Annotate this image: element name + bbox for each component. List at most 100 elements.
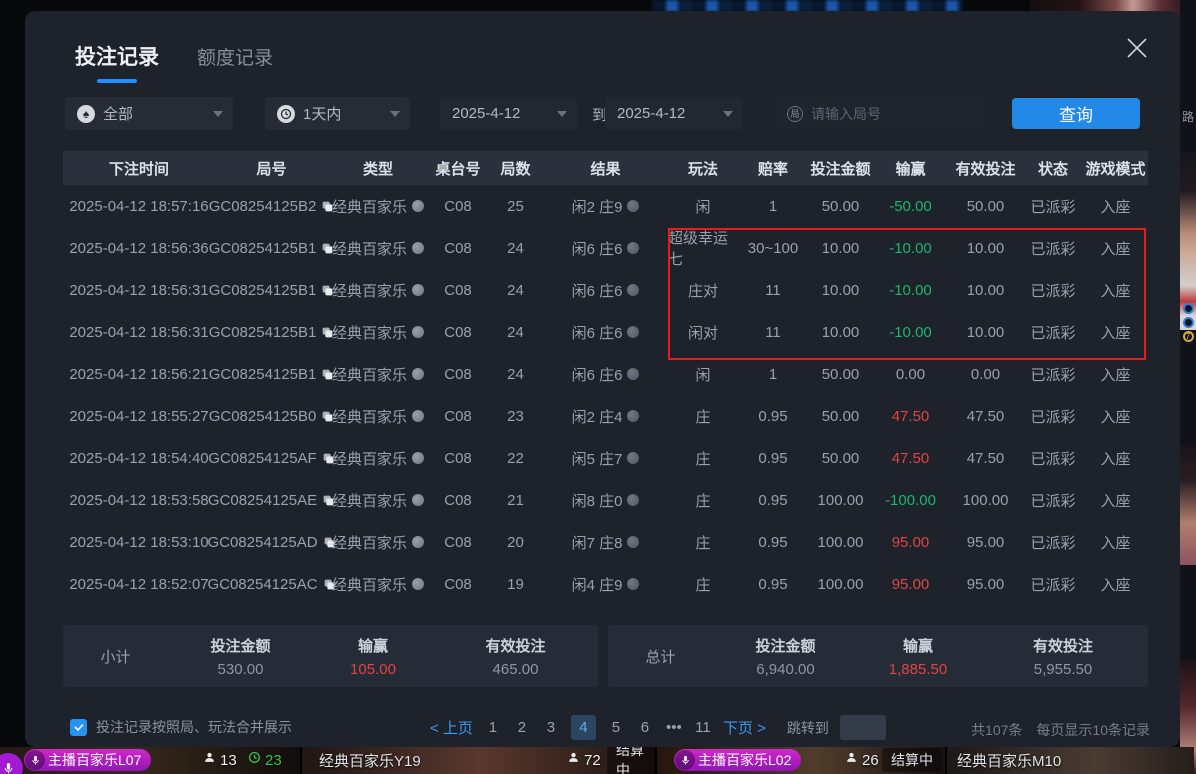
cell-valid-bet: 95.00 <box>948 563 1023 605</box>
cell-amount: 100.00 <box>808 479 873 521</box>
column-header: 结果 <box>543 151 668 185</box>
anchor-table-pill: 主播百家乐L02 <box>674 749 801 771</box>
cell-bet-type: 闲 <box>668 185 738 227</box>
cell-odds: 0.95 <box>738 479 808 521</box>
page-button-1[interactable]: 1 <box>484 719 502 736</box>
cell-table-no: C08 <box>428 395 488 437</box>
cell-round-id: GC08254125B1 <box>215 227 328 269</box>
page-button-6[interactable]: 6 <box>636 719 654 736</box>
result-info-icon[interactable] <box>627 536 639 548</box>
cell-valid-bet: 10.00 <box>948 311 1023 353</box>
game-badge-icon <box>412 368 424 380</box>
cell-round-id: GC08254125B1 <box>215 311 328 353</box>
date-to-value: 2025-4-12 <box>617 105 685 122</box>
merge-checkbox-group[interactable]: 投注记录按照局、玩法合并展示 <box>70 717 292 737</box>
cell-game-mode: 入座 <box>1083 437 1148 479</box>
next-page-button[interactable]: 下页 > <box>723 717 766 738</box>
result-info-icon[interactable] <box>627 200 639 212</box>
screen: 路 7 主播百家乐L071323经典百家乐Y1972结算中主播百家乐L0226结… <box>0 0 1196 774</box>
close-icon[interactable] <box>1124 35 1150 61</box>
mic-icon <box>675 750 695 770</box>
cell-table-no: C08 <box>428 437 488 479</box>
cell-bet-type: 闲 <box>668 353 738 395</box>
date-to-picker[interactable]: 2025-4-12 <box>605 97 743 130</box>
cell-game-type: 经典百家乐 <box>328 311 428 353</box>
cell-odds: 0.95 <box>738 521 808 563</box>
table-row: 2025-04-12 18:55:27 GC08254125B0 经典百家乐 C… <box>63 395 1148 437</box>
table-label: 主播百家乐L02 <box>698 750 791 770</box>
column-header: 游戏模式 <box>1083 151 1148 185</box>
result-info-icon[interactable] <box>627 494 639 506</box>
cell-status: 已派彩 <box>1023 353 1083 395</box>
cell-result: 闲6 庄6 <box>543 227 668 269</box>
pagination-ellipsis[interactable]: ••• <box>665 719 683 736</box>
filter-bar: ♠ 全部 1天内 2025-4-12 到 2025-4-12 局 <box>65 97 1140 130</box>
table-header: 下注时间局号类型桌台号局数结果玩法赔率投注金额输赢有效投注状态游戏模式 <box>63 151 1148 185</box>
modal-footer: 投注记录按照局、玩法合并展示 < 上页 123456•••11 下页 > 跳转到… <box>70 715 1150 743</box>
result-info-icon[interactable] <box>627 284 639 296</box>
result-info-icon[interactable] <box>627 242 639 254</box>
cell-game-mode: 入座 <box>1083 353 1148 395</box>
game-type-dropdown[interactable]: ♠ 全部 <box>65 97 233 130</box>
chevron-down-icon <box>557 111 567 117</box>
spade-icon: ♠ <box>77 105 95 123</box>
result-info-icon[interactable] <box>627 410 639 422</box>
page-button-4[interactable]: 4 <box>571 715 596 740</box>
page-button-3[interactable]: 3 <box>542 719 560 736</box>
subtotal-valid-value: 465.00 <box>433 661 598 678</box>
settling-status-badge: 结算中 <box>882 749 942 771</box>
round-search-input[interactable] <box>811 106 961 122</box>
cell-valid-bet: 50.00 <box>948 185 1023 227</box>
cell-table-no: C08 <box>428 353 488 395</box>
viewer-count: 72 <box>567 749 601 771</box>
table-row: 2025-04-12 18:56:21 GC08254125B1 经典百家乐 C… <box>63 353 1148 395</box>
stream-tile[interactable]: 经典百家乐M10 <box>945 747 1194 774</box>
query-button[interactable]: 查询 <box>1012 98 1140 129</box>
tab-betting-records[interactable]: 投注记录 <box>75 41 159 83</box>
cell-valid-bet: 95.00 <box>948 521 1023 563</box>
time-range-value: 1天内 <box>303 103 341 124</box>
cell-game-type: 经典百家乐 <box>328 479 428 521</box>
table-label: 经典百家乐Y19 <box>319 749 421 771</box>
cell-round-id: GC08254125AC <box>215 563 328 605</box>
checkbox-checked-icon[interactable] <box>70 719 87 736</box>
result-info-icon[interactable] <box>627 368 639 380</box>
stream-tile[interactable]: 主播百家乐L0226结算中 <box>655 747 945 774</box>
clock-icon <box>277 105 295 123</box>
cell-odds: 11 <box>738 269 808 311</box>
page-button-2[interactable]: 2 <box>513 719 531 736</box>
cell-odds: 1 <box>738 185 808 227</box>
prev-page-button[interactable]: < 上页 <box>430 717 473 738</box>
time-range-dropdown[interactable]: 1天内 <box>265 97 410 130</box>
table-row: 2025-04-12 18:52:07 GC08254125AC 经典百家乐 C… <box>63 563 1148 605</box>
cell-amount: 10.00 <box>808 227 873 269</box>
cell-odds: 0.95 <box>738 563 808 605</box>
column-header: 投注金额 <box>808 151 873 185</box>
result-info-icon[interactable] <box>627 452 639 464</box>
cell-game-type: 经典百家乐 <box>328 353 428 395</box>
column-header: 赔率 <box>738 151 808 185</box>
date-from-picker[interactable]: 2025-4-12 <box>440 97 577 130</box>
round-search-field[interactable]: 局 <box>775 97 983 130</box>
cell-status: 已派彩 <box>1023 227 1083 269</box>
page-button-11[interactable]: 11 <box>694 719 712 736</box>
cell-odds: 30~100 <box>738 227 808 269</box>
game-badge-icon <box>412 242 424 254</box>
page-button-5[interactable]: 5 <box>607 719 625 736</box>
stream-tile[interactable]: 经典百家乐Y1972结算中 <box>300 747 655 774</box>
result-info-icon[interactable] <box>627 326 639 338</box>
merge-checkbox-label: 投注记录按照局、玩法合并展示 <box>96 717 292 737</box>
stream-tile[interactable]: 主播百家乐L071323 <box>0 747 300 774</box>
person-icon <box>567 751 580 769</box>
jump-to-input[interactable] <box>840 715 886 740</box>
result-info-icon[interactable] <box>627 578 639 590</box>
cell-result: 闲2 庄4 <box>543 395 668 437</box>
background-road-text: 路 <box>1182 108 1194 125</box>
pagination-pages: 123456 ••• 11 <box>484 715 712 740</box>
cell-winloss: 95.00 <box>873 563 948 605</box>
tab-credit-records[interactable]: 额度记录 <box>197 41 273 70</box>
cell-game-type: 经典百家乐 <box>328 185 428 227</box>
subtotal-winloss-value: 105.00 <box>313 661 433 678</box>
total-winloss-value: 1,885.50 <box>858 661 978 678</box>
cell-bet-time: 2025-04-12 18:56:31 <box>63 311 215 353</box>
